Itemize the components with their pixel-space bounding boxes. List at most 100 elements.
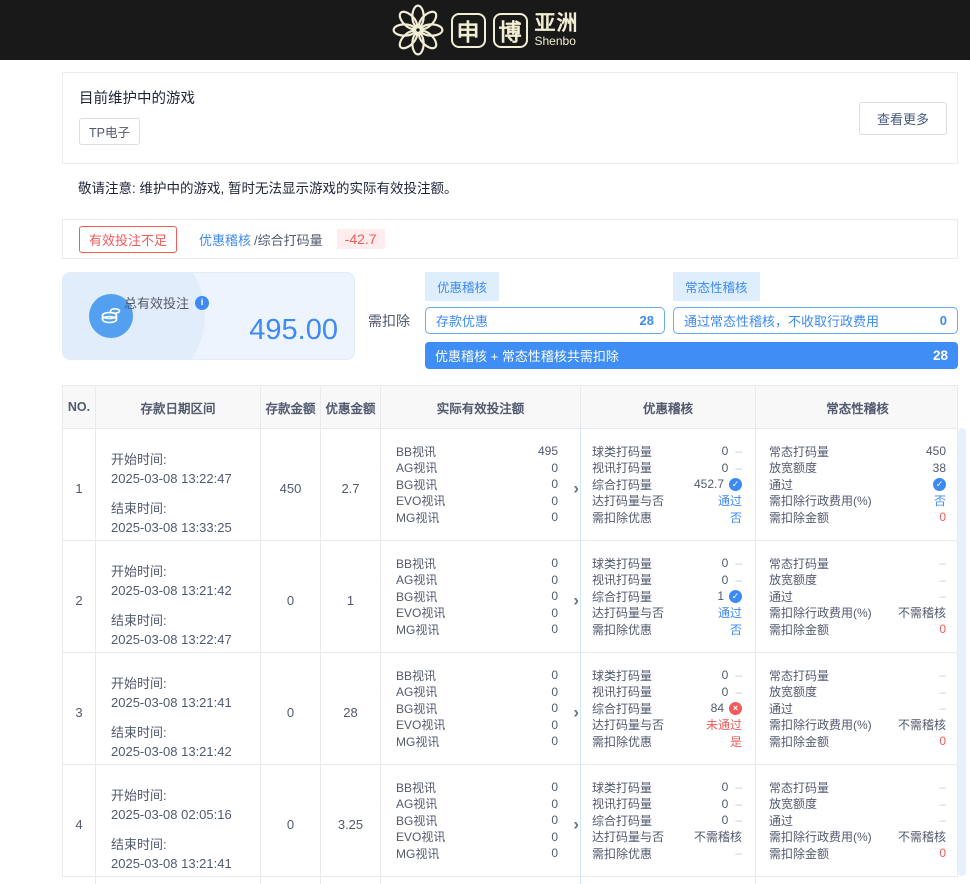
normal-audit-line: 通过✓ (769, 476, 946, 493)
table-row: 3开始时间:2025-03-08 13:21:41结束时间:2025-03-08… (63, 652, 957, 764)
game-bet-line: EVO视讯0 (396, 605, 558, 622)
tab-normal-audit[interactable]: 常态性稽核 (673, 272, 760, 301)
tab-promo-audit[interactable]: 优惠稽核 (425, 272, 499, 301)
row-expand-chevron[interactable]: › (573, 815, 579, 832)
promo-audit-line: 球类打码量0– (592, 555, 742, 572)
promo-audit-cell: 球类打码量0–视讯打码量0–综合打码量0–达打码量与否不需稽核需扣除优惠– (580, 765, 756, 884)
game-bet-line: AG视讯0 (396, 572, 558, 589)
deposit-date-range: 开始时间:2025-03-08 13:21:42结束时间:2025-03-08 … (96, 541, 261, 660)
promo-audit-line: 需扣除优惠否 (592, 621, 742, 638)
valid-bet-breakdown: BB视讯0AG视讯0BG视讯0EVO视讯0MG视讯0› (381, 541, 581, 660)
total-deduction-bar: 优惠稽核 + 常态性稽核共需扣除 28 (425, 342, 958, 369)
deposit-amount: 0 (261, 653, 321, 772)
row-expand-chevron[interactable]: › (573, 591, 579, 608)
dash-mark: – (735, 797, 742, 811)
normal-audit-line: 需扣除金额0 (769, 845, 946, 862)
vertical-scrollbar[interactable] (958, 428, 966, 876)
top-header: 申 博 亚洲 Shenbo (0, 0, 970, 60)
promo-audit-line: 视讯打码量0– (592, 572, 742, 589)
end-time-value: 2025-03-08 13:33:25 (111, 519, 252, 538)
view-more-button[interactable]: 查看更多 (859, 102, 947, 135)
normal-audit-cell: 常态打码量450放宽额度38通过✓需扣除行政费用(%)否需扣除金额0 (756, 429, 959, 548)
bonus-amount: 3.25 (321, 765, 381, 884)
insufficient-bet-badge: 有效投注不足 (79, 226, 177, 253)
logo-sub-text: Shenbo (535, 35, 579, 48)
dash-mark: – (735, 685, 742, 699)
end-time-label: 结束时间: (111, 612, 252, 631)
end-time-value: 2025-03-08 13:22:47 (111, 631, 252, 650)
game-bet-line: AG视讯0 (396, 796, 558, 813)
start-time-label: 开始时间: (111, 675, 252, 694)
game-bet-line: BB视讯495 (396, 443, 558, 460)
normal-audit-line: 常态打码量– (769, 667, 946, 684)
deposit-date-range: 开始时间:2025-03-08 13:21:41结束时间:2025-03-08 … (96, 653, 261, 772)
row-expand-chevron[interactable]: › (573, 703, 579, 720)
normal-audit-line: 放宽额度– (769, 572, 946, 589)
promo-audit-cell: 球类打码量0–视讯打码量0–综合打码量84×达打码量与否未通过需扣除优惠是 (580, 653, 756, 772)
game-bet-line: BB视讯0 (396, 555, 558, 572)
promo-audit-line: 视讯打码量0– (592, 460, 742, 477)
promo-audit-line: 达打码量与否通过 (592, 605, 742, 622)
valid-bet-breakdown: BB视讯495AG视讯0BG视讯0EVO视讯0MG视讯0› (381, 429, 581, 548)
normal-audit-line: 常态打码量– (769, 779, 946, 796)
check-icon: ✓ (729, 590, 742, 603)
game-bet-line: MG视讯0 (396, 733, 558, 750)
deposit-bonus-box: 存款优惠 28 (425, 307, 665, 334)
promo-audit-line: 综合打码量1✓ (592, 588, 742, 605)
promo-audit-cell: 球类打码量0–视讯打码量0–综合打码量452.7✓达打码量与否通过需扣除优惠否 (580, 429, 756, 548)
normal-audit-box: 通过常态性稽核，不收取行政费用 0 (673, 307, 958, 334)
check-icon: ✓ (933, 478, 946, 491)
shenbo-logo: 申 博 亚洲 Shenbo (392, 4, 579, 56)
promo-audit-line: 球类打码量0– (592, 667, 742, 684)
game-bet-line: BB视讯0 (396, 779, 558, 796)
game-bet-line: EVO视讯0 (396, 829, 558, 846)
start-time-label: 开始时间: (111, 787, 252, 806)
composite-turnover-label: /综合打码量 (254, 230, 323, 249)
dash-mark: – (735, 556, 742, 570)
game-bet-line: EVO视讯0 (396, 493, 558, 510)
column-header: 常态性稽核 (756, 386, 959, 428)
normal-audit-line: 通过– (769, 700, 946, 717)
promo-audit-link[interactable]: 优惠稽核 (199, 230, 251, 249)
main-content: 目前维护中的游戏 TP电子 查看更多 敬请注意: 维护中的游戏, 暂时无法显示游… (62, 72, 958, 877)
promo-audit-line: 综合打码量0– (592, 812, 742, 829)
logo-char-bo: 博 (493, 13, 528, 48)
start-time-value: 2025-03-08 02:05:16 (111, 806, 252, 825)
promo-audit-line: 综合打码量452.7✓ (592, 476, 742, 493)
logo-region-text: 亚洲 (535, 13, 579, 35)
dash-mark: – (735, 444, 742, 458)
normal-audit-cell: 常态打码量–放宽额度–通过–需扣除行政费用(%)不需稽核需扣除金额0 (756, 653, 959, 772)
row-number: 3 (63, 653, 96, 772)
row-number: 4 (63, 765, 96, 884)
promo-audit-line: 视讯打码量0– (592, 684, 742, 701)
maintenance-game-tag: TP电子 (79, 118, 140, 145)
total-valid-bet-label: 总有效投注 (124, 293, 189, 312)
maintenance-title: 目前维护中的游戏 (79, 87, 941, 108)
turnover-deficit-value: -42.7 (337, 229, 385, 249)
table-row: 1开始时间:2025-03-08 13:22:47结束时间:2025-03-08… (63, 428, 957, 540)
game-bet-line: BG视讯0 (396, 700, 558, 717)
normal-audit-line: 通过– (769, 812, 946, 829)
column-header: 实际有效投注额 (381, 386, 581, 428)
start-time-value: 2025-03-08 13:22:47 (111, 470, 252, 489)
normal-audit-line: 常态打码量450 (769, 443, 946, 460)
info-icon[interactable]: i (195, 296, 209, 310)
bonus-amount: 2.7 (321, 429, 381, 548)
deduct-label: 需扣除 (355, 311, 425, 331)
column-header: 存款日期区间 (96, 386, 261, 428)
promo-audit-line: 视讯打码量0– (592, 796, 742, 813)
audit-table: NO.存款日期区间存款金额优惠金额实际有效投注额优惠稽核常态性稽核 1开始时间:… (62, 385, 958, 877)
dash-mark: – (735, 461, 742, 475)
table-row: 4开始时间:2025-03-08 02:05:16结束时间:2025-03-08… (63, 764, 957, 876)
row-expand-chevron[interactable]: › (573, 479, 579, 496)
game-bet-line: MG视讯0 (396, 621, 558, 638)
game-bet-line: MG视讯0 (396, 509, 558, 526)
column-header: 存款金额 (261, 386, 321, 428)
promo-audit-line: 综合打码量84× (592, 700, 742, 717)
promo-audit-line: 达打码量与否通过 (592, 493, 742, 510)
promo-audit-line: 需扣除优惠– (592, 845, 742, 862)
total-valid-bet-card: 总有效投注 i 495.00 (62, 272, 355, 360)
check-icon: ✓ (729, 478, 742, 491)
game-bet-line: MG视讯0 (396, 845, 558, 862)
maintenance-card: 目前维护中的游戏 TP电子 查看更多 (62, 72, 958, 164)
